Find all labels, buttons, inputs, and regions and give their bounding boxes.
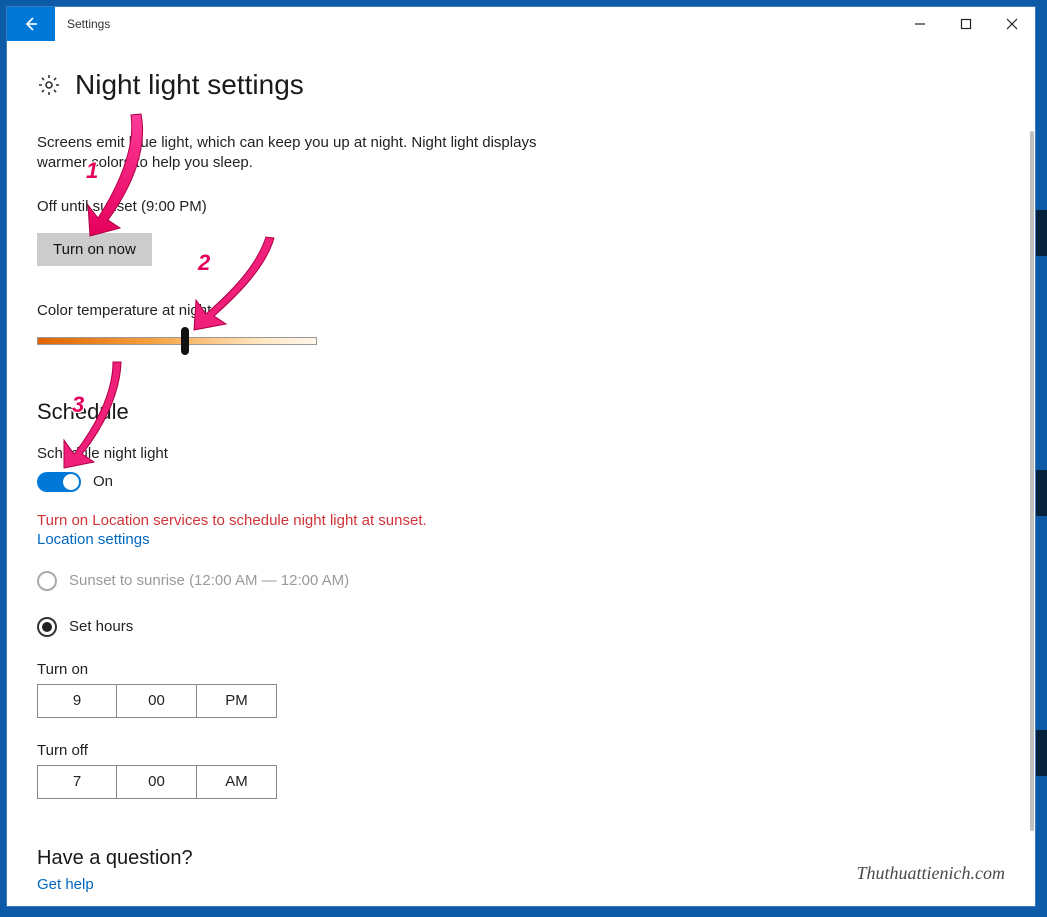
turn-off-minute[interactable]: 00	[117, 765, 197, 799]
page-title: Night light settings	[75, 69, 304, 101]
scrollbar-thumb[interactable]	[1030, 131, 1034, 831]
location-settings-link[interactable]: Location settings	[37, 531, 150, 548]
minimize-button[interactable]	[897, 7, 943, 41]
close-button[interactable]	[989, 7, 1035, 41]
turn-off-label: Turn off	[37, 742, 1005, 759]
schedule-heading: Schedule	[37, 399, 1005, 425]
back-button[interactable]	[7, 7, 55, 41]
content-area: Night light settings Screens emit blue l…	[7, 41, 1035, 906]
toggle-knob	[63, 474, 79, 490]
page-header: Night light settings	[37, 69, 1005, 101]
turn-off-time-picker: 7 00 AM	[37, 765, 1005, 799]
slider-track	[37, 337, 317, 345]
turn-off-ampm[interactable]: AM	[197, 765, 277, 799]
app-title: Settings	[55, 7, 110, 41]
status-text: Off until sunset (9:00 PM)	[37, 198, 1005, 215]
close-icon	[1006, 18, 1018, 30]
get-help-link[interactable]: Get help	[37, 876, 94, 893]
description-text: Screens emit blue light, which can keep …	[37, 133, 567, 174]
maximize-button[interactable]	[943, 7, 989, 41]
turn-on-hour[interactable]: 9	[37, 684, 117, 718]
annotation-number-3: 3	[72, 392, 84, 418]
color-temp-slider[interactable]	[37, 329, 317, 353]
settings-window: Settings Night light settings Scr	[6, 6, 1036, 907]
turn-on-label: Turn on	[37, 661, 1005, 678]
radio-set-hours-label: Set hours	[69, 618, 133, 635]
gear-icon	[37, 73, 61, 97]
turn-on-time-picker: 9 00 PM	[37, 684, 1005, 718]
titlebar: Settings	[7, 7, 1035, 41]
maximize-icon	[960, 18, 972, 30]
slider-thumb[interactable]	[181, 327, 189, 355]
annotation-number-1: 1	[86, 158, 98, 184]
turn-on-now-button[interactable]: Turn on now	[37, 233, 152, 266]
scrollbar[interactable]	[1030, 131, 1034, 891]
color-temp-label: Color temperature at night	[37, 302, 1005, 319]
schedule-toggle-label: Schedule night light	[37, 445, 1005, 462]
schedule-toggle[interactable]	[37, 472, 81, 492]
toggle-state-text: On	[93, 473, 113, 490]
annotation-number-2: 2	[198, 250, 210, 276]
location-warning: Turn on Location services to schedule ni…	[37, 512, 1005, 529]
radio-sunset-label: Sunset to sunrise (12:00 AM — 12:00 AM)	[69, 572, 349, 589]
minimize-icon	[914, 18, 926, 30]
radio-sunset	[37, 571, 57, 591]
turn-off-hour[interactable]: 7	[37, 765, 117, 799]
turn-on-ampm[interactable]: PM	[197, 684, 277, 718]
radio-set-hours[interactable]	[37, 617, 57, 637]
turn-on-minute[interactable]: 00	[117, 684, 197, 718]
arrow-left-icon	[22, 15, 40, 33]
watermark-text: Thuthuattienich.com	[857, 863, 1005, 884]
